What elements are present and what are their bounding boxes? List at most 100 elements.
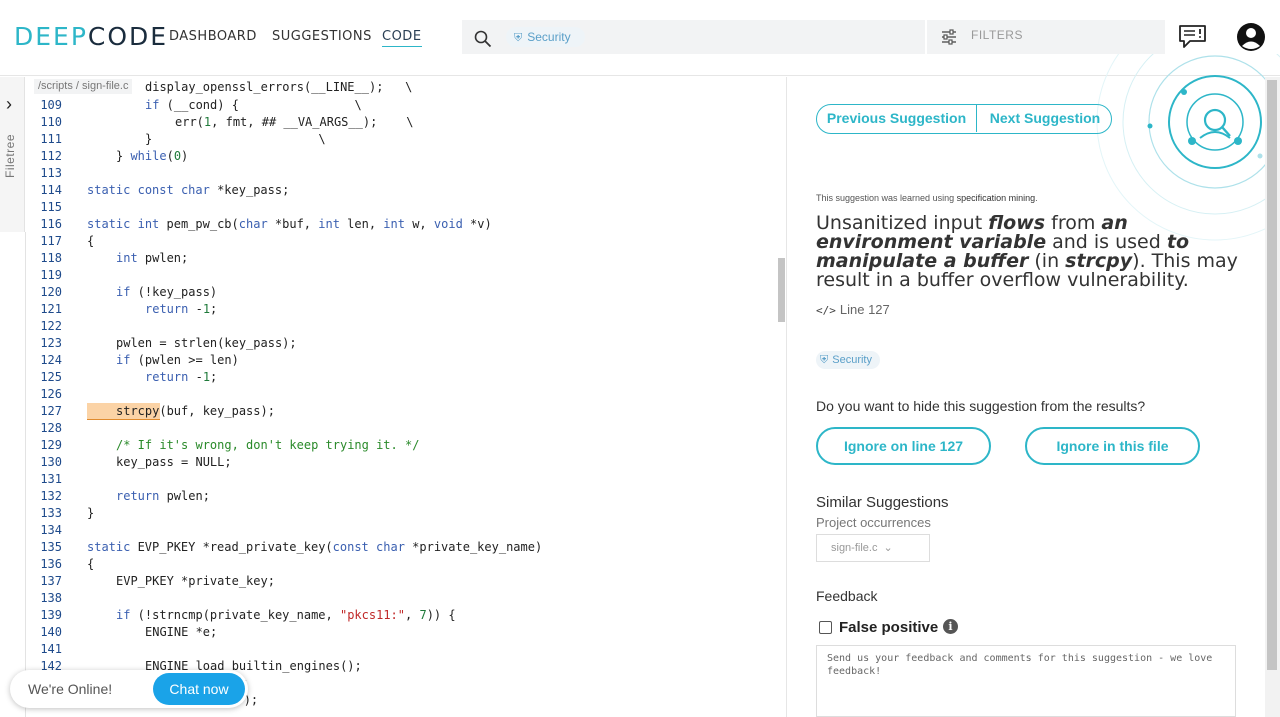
code-line[interactable]: 131 — [26, 471, 778, 488]
code-line[interactable]: 120 if (!key_pass) — [26, 284, 778, 301]
panel-scrollbar-thumb[interactable] — [1267, 80, 1277, 670]
code-line[interactable]: 113 — [26, 165, 778, 182]
chat-widget[interactable]: We're Online! Chat now — [10, 670, 248, 708]
code-line[interactable]: 111 } \ — [26, 131, 778, 148]
logo-text-deep: DEEP — [14, 22, 88, 51]
code-line[interactable]: 116 static int pem_pw_cb(char *buf, int l… — [26, 216, 778, 233]
feedback-textarea[interactable]: Send us your feedback and comments for t… — [816, 645, 1236, 717]
code-scrollbar-thumb[interactable] — [778, 258, 785, 322]
filetree-label[interactable]: Filetree — [3, 134, 17, 178]
code-text: if (__cond) { \ — [145, 98, 362, 112]
code-line[interactable]: 135 static EVP_PKEY *read_private_key(con… — [26, 539, 778, 556]
filter-sliders-icon[interactable] — [940, 28, 958, 46]
nav-dashboard[interactable]: DASHBOARD — [169, 29, 257, 44]
code-line[interactable]: display_openssl_errors(__LINE__); \ — [26, 79, 778, 96]
code-line-highlighted[interactable]: 127 strcpy(buf, key_pass); — [26, 403, 778, 420]
code-line[interactable]: 121 return -1; — [26, 301, 778, 318]
code-line[interactable]: 114 static const char *key_pass; — [26, 182, 778, 199]
category-chip-label: Security — [832, 354, 872, 366]
feedback-message-icon[interactable] — [1178, 24, 1208, 50]
code-line[interactable]: 130 key_pass = NULL; — [26, 454, 778, 471]
code-line[interactable]: 112} while(0) — [26, 148, 778, 165]
suggestion-navigation: Previous Suggestion Next Suggestion — [816, 104, 1112, 134]
code-line[interactable]: 129 /* If it's wrong, don't keep trying i… — [26, 437, 778, 454]
code-line[interactable]: 117 { — [26, 233, 778, 250]
false-positive-checkbox[interactable] — [819, 621, 832, 634]
code-line[interactable]: 125 return -1; — [26, 369, 778, 386]
ignore-in-file-button[interactable]: Ignore in this file — [1025, 427, 1200, 465]
line-reference-label: Line 127 — [839, 302, 890, 317]
line-number: 124 — [40, 353, 62, 367]
code-text: ENGINE *e; — [145, 625, 218, 639]
code-line[interactable]: 126 — [26, 386, 778, 403]
code-line[interactable]: 109 if (__cond) { \ — [26, 97, 778, 114]
nav-code[interactable]: CODE — [382, 29, 422, 47]
code-text: } \ — [145, 132, 326, 146]
code-text: pwlen = strlen(key_pass); — [116, 336, 297, 350]
suggestion-headline: Unsanitized input flows from an environm… — [816, 214, 1246, 290]
ignore-on-line-button[interactable]: Ignore on line 127 — [816, 427, 991, 465]
deepcode-logo[interactable]: DEEPCODE — [14, 22, 168, 51]
code-line[interactable]: 122 — [26, 318, 778, 335]
learned-prefix: This suggestion was learned using — [816, 193, 957, 203]
line-number: 141 — [40, 642, 62, 656]
code-line[interactable]: 132 return pwlen; — [26, 488, 778, 505]
line-number: 138 — [40, 591, 62, 605]
code-line[interactable]: 123 pwlen = strlen(key_pass); — [26, 335, 778, 352]
code-text: static const char *key_pass; — [87, 183, 290, 197]
code-line[interactable]: 141 — [26, 641, 778, 658]
code-line[interactable]: 137 EVP_PKEY *private_key; — [26, 573, 778, 590]
code-line[interactable]: 134 — [26, 522, 778, 539]
next-suggestion-button[interactable]: Next Suggestion — [978, 105, 1112, 132]
code-brackets-icon: </> — [816, 304, 836, 317]
chat-now-button[interactable]: Chat now — [153, 673, 245, 705]
code-line[interactable]: 136 { — [26, 556, 778, 573]
search-chip-label: Security — [527, 30, 571, 44]
similar-suggestions-title: Similar Suggestions — [816, 494, 949, 511]
category-chip[interactable]: ⛨ Security — [816, 351, 880, 369]
code-text: { — [87, 234, 95, 248]
occurrences-select[interactable]: sign-file.c ⌄ — [816, 534, 930, 562]
occurrences-select-value: sign-file.c — [831, 542, 878, 554]
search-icon[interactable] — [474, 30, 492, 48]
user-avatar-icon[interactable] — [1236, 22, 1266, 52]
code-line[interactable]: 139 if (!strncmp(private_key_name, "pkcs1… — [26, 607, 778, 624]
false-positive-label[interactable]: False positive — [839, 619, 938, 636]
filetree-toggle-chevron-icon[interactable]: › — [6, 94, 12, 115]
code-line[interactable]: 110 err(1, fmt, ## __VA_ARGS__); \ — [26, 114, 778, 131]
line-number: 109 — [40, 98, 62, 112]
line-number: 137 — [40, 574, 62, 588]
info-icon[interactable]: i — [943, 619, 958, 634]
line-number: 111 — [40, 132, 62, 146]
code-line[interactable]: 124 if (pwlen >= len) — [26, 352, 778, 369]
code-text: key_pass = NULL; — [116, 455, 232, 469]
code-line[interactable]: 118 int pwlen; — [26, 250, 778, 267]
code-line[interactable]: 138 — [26, 590, 778, 607]
code-editor[interactable]: display_openssl_errors(__LINE__); \ 109 if… — [26, 77, 786, 717]
project-occurrences-label: Project occurrences — [816, 515, 931, 530]
previous-suggestion-button[interactable]: Previous Suggestion — [817, 105, 977, 132]
code-line[interactable]: 128 — [26, 420, 778, 437]
search-filter-chip[interactable]: ⛨ Security — [506, 27, 585, 47]
code-line[interactable]: 119 — [26, 267, 778, 284]
line-number: 125 — [40, 370, 62, 384]
code-line[interactable]: 133} — [26, 505, 778, 522]
feedback-title: Feedback — [816, 588, 878, 604]
code-text: strcpy(buf, key_pass); — [116, 404, 275, 418]
nav-suggestions[interactable]: SUGGESTIONS — [272, 29, 372, 44]
line-number: 113 — [40, 166, 62, 180]
filters-bar[interactable] — [927, 20, 1165, 54]
file-breadcrumb[interactable]: /scripts / sign-file.c — [34, 79, 133, 94]
line-reference-link[interactable]: </> Line 127 — [816, 302, 890, 317]
code-text: } while(0) — [116, 149, 189, 163]
logo-text-code: CODE — [87, 22, 169, 51]
code-line[interactable]: 115 — [26, 199, 778, 216]
line-number: 128 — [40, 421, 62, 435]
code-text: /* If it's wrong, don't keep trying it. … — [116, 438, 420, 452]
learned-method-link[interactable]: specification mining — [957, 193, 1036, 203]
code-text: display_openssl_errors(__LINE__); \ — [145, 80, 413, 94]
code-text: static int pem_pw_cb(char *buf, int len,… — [87, 217, 492, 231]
learned-suffix: . — [1035, 193, 1038, 203]
code-line[interactable]: 140 ENGINE *e; — [26, 624, 778, 641]
code-text: if (!key_pass) — [116, 285, 218, 299]
